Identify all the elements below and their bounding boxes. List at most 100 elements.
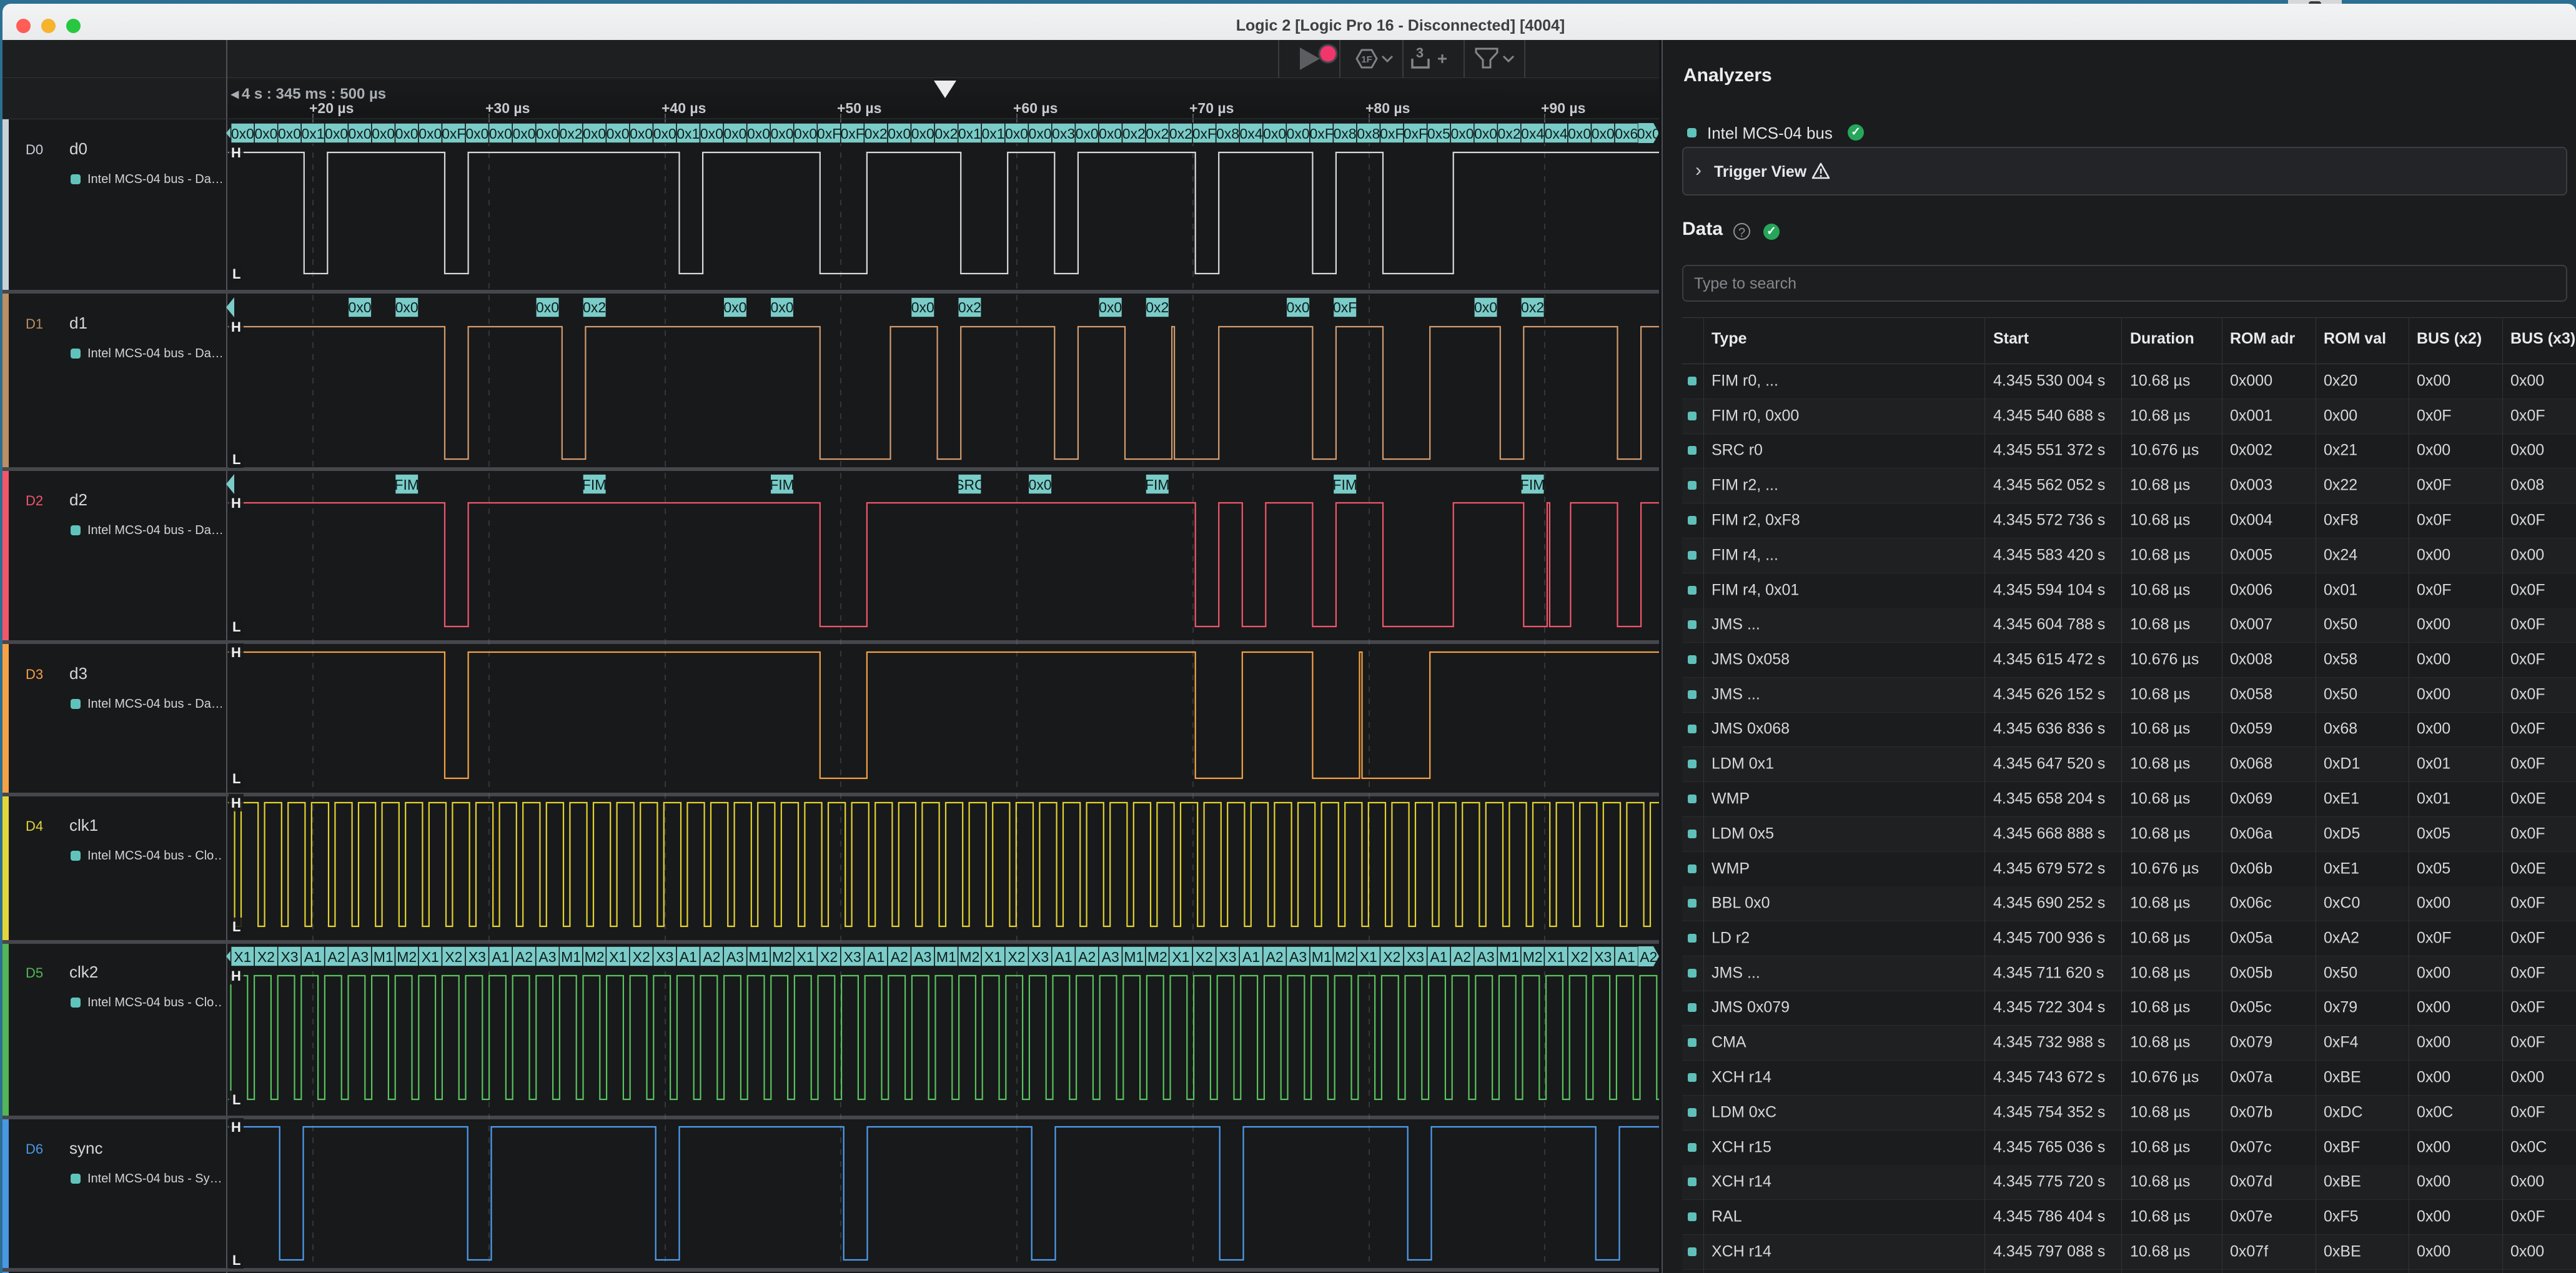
svg-text:X1: X1 [984,949,1002,965]
svg-text:0x2: 0x2 [864,126,888,142]
svg-text:0x0: 0x0 [1005,126,1028,142]
svg-text:0x0: 0x0 [1263,126,1286,142]
svg-text:A1: A1 [867,949,884,965]
svg-text:0x0: 0x0 [770,126,793,142]
svg-text:X3: X3 [844,949,861,965]
svg-text:0x6: 0x6 [1615,126,1638,142]
svg-text:A3: A3 [1102,949,1119,965]
svg-text:0x0: 0x0 [1287,126,1310,142]
svg-text:0x3: 0x3 [1052,126,1075,142]
svg-text:0x0: 0x0 [395,126,419,142]
svg-text:X1: X1 [234,949,251,965]
svg-text:A3: A3 [1477,949,1494,965]
svg-text:0x0: 0x0 [1029,126,1052,142]
svg-text:A2: A2 [328,949,345,965]
svg-text:A1: A1 [492,949,509,965]
svg-text:0xF: 0xF [442,126,465,142]
svg-text:M2: M2 [959,949,979,965]
svg-text:L: L [232,919,240,934]
svg-text:X2: X2 [257,949,275,965]
svg-text:A1: A1 [304,949,322,965]
svg-text:0x0: 0x0 [372,126,395,142]
svg-text:0x1: 0x1 [981,126,1004,142]
svg-text:FIM: FIM [1520,477,1545,493]
svg-text:X1: X1 [1360,949,1377,965]
svg-text:0x0: 0x0 [653,126,676,142]
svg-text:0xF: 0xF [841,126,864,142]
svg-text:L: L [232,1252,240,1268]
svg-text:0x0: 0x0 [1474,126,1497,142]
svg-text:M1: M1 [1312,949,1332,965]
svg-text:0x0: 0x0 [349,299,372,315]
svg-text:0xF: 0xF [1333,299,1357,315]
svg-text:H: H [231,968,241,984]
svg-text:0x4: 0x4 [1239,126,1262,142]
svg-text:0x0: 0x0 [630,126,653,142]
svg-text:FIM: FIM [394,477,419,493]
svg-text:0xF: 0xF [817,126,841,142]
svg-text:0x0: 0x0 [419,126,442,142]
svg-text:0x0: 0x0 [254,126,277,142]
svg-text:L: L [232,266,240,282]
svg-text:H: H [231,1119,241,1135]
svg-text:FIM: FIM [582,477,607,493]
svg-text:FIM: FIM [770,477,795,493]
svg-text:X2: X2 [1196,949,1213,965]
svg-text:L: L [232,619,240,635]
svg-text:M2: M2 [1147,949,1167,965]
svg-text:0x1: 0x1 [301,126,324,142]
svg-text:A3: A3 [1289,949,1307,965]
svg-text:0x8: 0x8 [1216,126,1239,142]
svg-text:X3: X3 [1219,949,1236,965]
svg-text:0x0: 0x0 [349,126,372,142]
svg-text:A2: A2 [891,949,908,965]
svg-text:H: H [231,319,241,335]
svg-text:H: H [231,495,241,511]
svg-text:L: L [232,771,240,786]
svg-text:A3: A3 [914,949,931,965]
svg-text:0x0: 0x0 [888,126,911,142]
svg-text:H: H [231,145,241,161]
svg-text:X2: X2 [820,949,838,965]
svg-text:M2: M2 [772,949,792,965]
svg-text:SRC: SRC [954,477,985,493]
svg-text:0x0: 0x0 [1076,126,1099,142]
svg-text:+60 µs: +60 µs [1013,100,1058,116]
svg-text:0x0: 0x0 [1029,477,1052,493]
svg-text:0x0: 0x0 [512,126,535,142]
svg-text:0x4: 0x4 [1545,126,1568,142]
svg-text:L: L [232,1092,240,1107]
svg-text:+80 µs: +80 µs [1365,100,1410,116]
svg-text:X1: X1 [797,949,815,965]
svg-text:A2: A2 [1640,949,1657,965]
svg-text:L: L [232,452,240,467]
svg-text:0x8: 0x8 [1334,126,1357,142]
svg-text:A3: A3 [726,949,744,965]
svg-text:X2: X2 [1571,949,1588,965]
svg-text:0x2: 0x2 [1498,126,1521,142]
svg-text:0x0: 0x0 [278,126,301,142]
svg-text:A2: A2 [1078,949,1096,965]
svg-text:A1: A1 [1055,949,1073,965]
svg-text:A3: A3 [351,949,369,965]
svg-text:A2: A2 [703,949,720,965]
svg-text:M1: M1 [374,949,394,965]
svg-text:M2: M2 [585,949,605,965]
svg-text:0x5: 0x5 [1427,126,1450,142]
svg-text:0x2: 0x2 [934,126,958,142]
svg-text:M2: M2 [1335,949,1355,965]
svg-text:M1: M1 [1124,949,1144,965]
svg-text:0x0: 0x0 [1568,126,1591,142]
svg-text:0x4: 0x4 [1521,126,1544,142]
svg-text:0x2: 0x2 [1146,299,1169,315]
svg-text:X3: X3 [1031,949,1049,965]
svg-text:X1: X1 [1172,949,1189,965]
svg-text:0x0: 0x0 [1637,126,1660,142]
svg-text:0x0: 0x0 [536,126,559,142]
svg-text:0x0: 0x0 [723,126,746,142]
svg-text:+50 µs: +50 µs [837,100,881,116]
svg-text:X2: X2 [445,949,462,965]
svg-text:X1: X1 [422,949,439,965]
svg-text:A2: A2 [1454,949,1471,965]
svg-text:0x2: 0x2 [1521,299,1544,315]
